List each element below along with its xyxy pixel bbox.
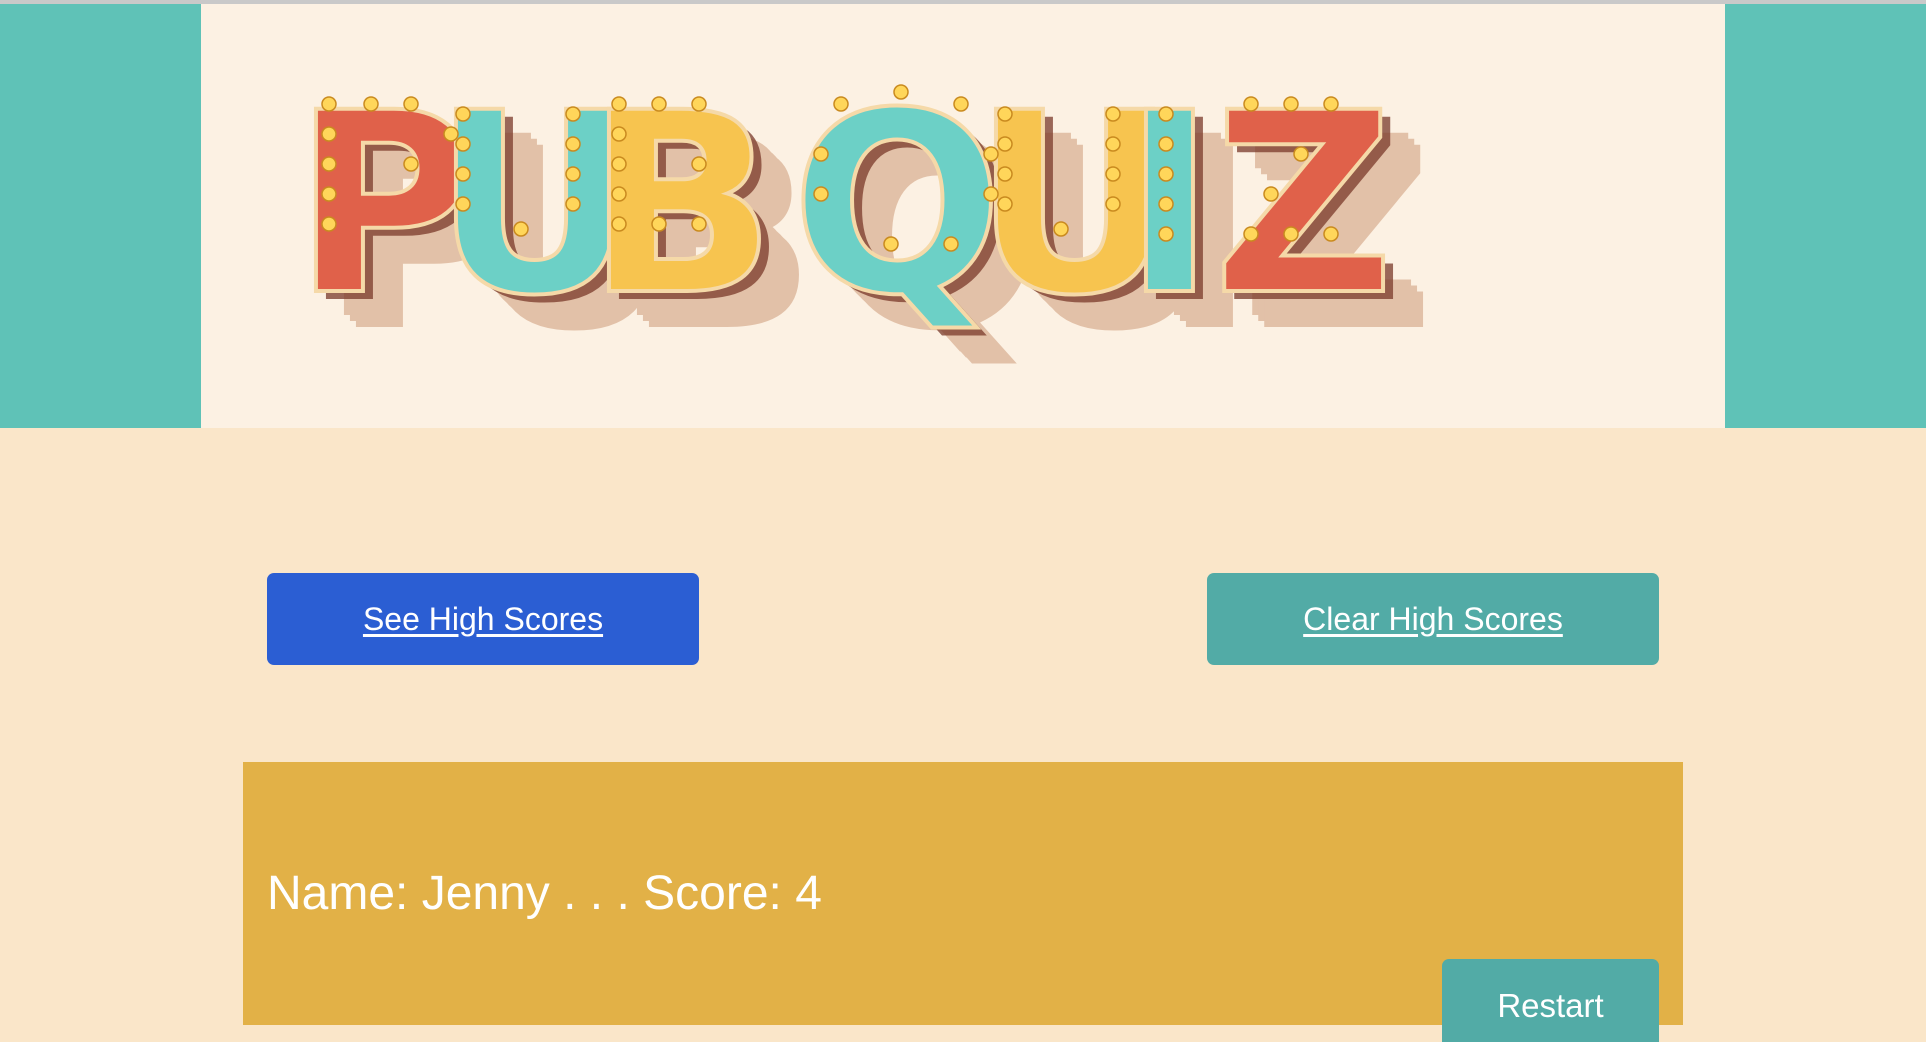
svg-text:Z: Z: [1213, 59, 1394, 350]
clear-high-scores-button[interactable]: Clear High Scores: [1207, 573, 1659, 665]
pub-quiz-logo-banner: PPPPPUUUUUBBBBBQQQQQUUUUUIIIIIZZZZZ: [201, 4, 1725, 428]
restart-button[interactable]: Restart: [1442, 959, 1659, 1042]
see-high-scores-button[interactable]: See High Scores: [267, 573, 699, 665]
svg-text:Q: Q: [791, 59, 1004, 350]
high-score-entry: Name: Jenny . . . Score: 4: [267, 867, 822, 920]
page: PPPPPUUUUUBBBBBQQQQQUUUUUIIIIIZZZZZ See …: [0, 0, 1926, 1042]
pub-quiz-logo: PPPPPUUUUUBBBBB QQQQQUUUUUIIIII ZZZZZ: [291, 57, 1434, 386]
